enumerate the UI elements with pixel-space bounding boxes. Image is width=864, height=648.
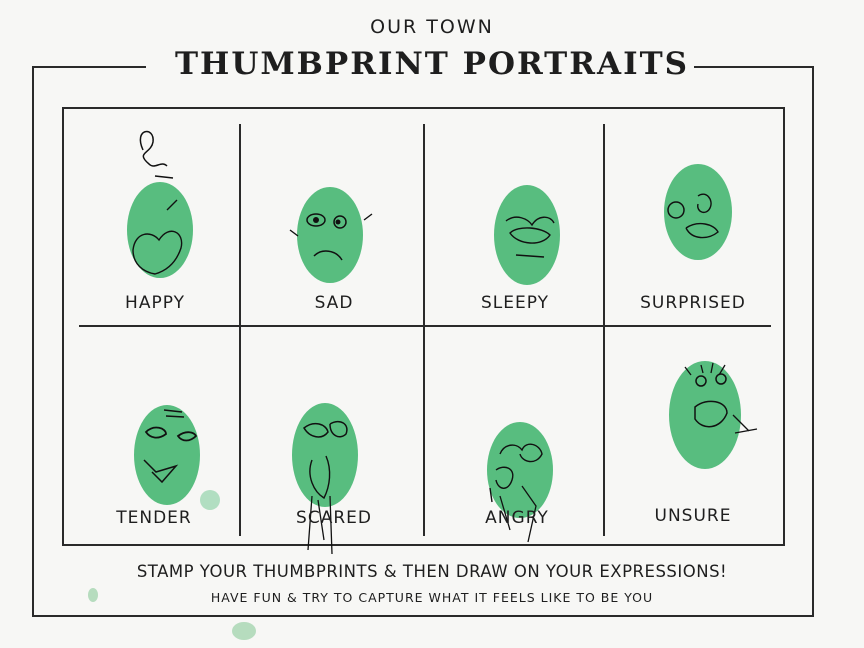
thumbprint-sleepy xyxy=(494,185,560,285)
instruction-text: STAMP YOUR THUMBPRINTS & THEN DRAW ON YO… xyxy=(136,562,728,581)
grid-divider xyxy=(423,124,425,536)
supertitle: OUR TOWN xyxy=(370,16,494,38)
thumbprint-unsure xyxy=(669,361,758,469)
thumbprint-angry xyxy=(487,422,553,543)
cell-label-happy: HAPPY xyxy=(125,293,185,313)
grid-divider xyxy=(239,124,241,536)
thumbprint-surprised xyxy=(664,164,732,260)
thumbprint-tender xyxy=(134,405,220,510)
thumbprint-happy xyxy=(127,130,193,278)
cell-label-surprised: SURPRISED xyxy=(640,293,746,313)
paint-smudge xyxy=(232,622,256,640)
grid-divider xyxy=(603,124,605,536)
grid-divider xyxy=(79,325,771,327)
cell-label-sad: SAD xyxy=(314,293,354,313)
instruction-subline: HAVE FUN & TRY TO CAPTURE WHAT IT FEELS … xyxy=(210,590,654,605)
worksheet: OUR TOWN THUMBPRINT PORTRAITS HAPPY SAD … xyxy=(0,0,864,648)
cell-label-angry: ANGRY xyxy=(485,508,549,528)
thumbprint-scared xyxy=(292,403,358,555)
cell-label-sleepy: SLEEPY xyxy=(480,293,549,313)
thumbprint-sad xyxy=(289,187,373,283)
page-title: THUMBPRINT PORTRAITS xyxy=(174,46,690,82)
cell-label-scared: SCARED xyxy=(296,508,372,528)
cell-label-unsure: UNSURE xyxy=(654,506,732,526)
cell-label-tender: TENDER xyxy=(116,508,192,528)
